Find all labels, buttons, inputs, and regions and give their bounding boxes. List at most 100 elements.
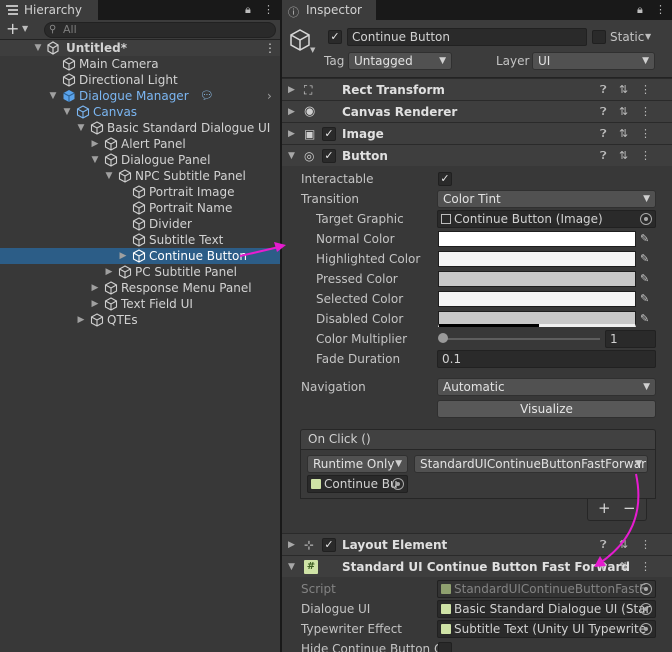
eyedropper-icon[interactable]: ✎ bbox=[640, 292, 654, 306]
chevron-down-icon[interactable]: ▼ bbox=[310, 46, 315, 54]
expand-arrow-icon[interactable]: ▼ bbox=[104, 168, 114, 184]
list-item[interactable]: Portrait Name bbox=[0, 200, 280, 216]
add-event-button[interactable]: + bbox=[598, 499, 611, 517]
more-menu-icon[interactable]: ⋮ bbox=[655, 3, 666, 16]
runtime-dropdown[interactable]: Runtime Only ▼ bbox=[307, 455, 408, 473]
list-item[interactable]: ▼ NPC Subtitle Panel bbox=[0, 168, 280, 184]
list-item[interactable]: ▼ Dialogue Panel bbox=[0, 152, 280, 168]
typewriter-field[interactable]: Subtitle Text (Unity UI Typewrite bbox=[437, 620, 656, 638]
collapsed-arrow-icon[interactable]: ▶ bbox=[104, 264, 114, 280]
collapsed-arrow-icon[interactable]: ▶ bbox=[288, 123, 295, 145]
highlighted-color-swatch[interactable] bbox=[438, 251, 636, 267]
component-enabled-checkbox[interactable]: ✓ bbox=[322, 538, 336, 552]
component-image[interactable]: ▶ ▣ ✓ Image ❓︎ ⇅ ⋮ bbox=[282, 122, 672, 144]
target-graphic-field[interactable]: Continue Button (Image) bbox=[437, 210, 656, 228]
help-icon[interactable]: ❓︎ bbox=[600, 123, 607, 145]
chevron-down-icon[interactable]: ▼ bbox=[22, 24, 28, 33]
hide-continue-checkbox[interactable] bbox=[438, 642, 452, 652]
preset-icon[interactable]: ⇅ bbox=[619, 79, 628, 101]
list-item[interactable]: ▶ QTEs bbox=[0, 312, 280, 328]
preset-icon[interactable]: ⇅ bbox=[619, 556, 628, 578]
collapsed-arrow-icon[interactable]: ▶ bbox=[76, 312, 86, 328]
color-multiplier-slider-handle[interactable] bbox=[438, 333, 448, 343]
lock-icon[interactable]: 🔒︎ bbox=[245, 3, 251, 17]
expand-arrow-icon[interactable]: ▼ bbox=[62, 104, 72, 120]
eyedropper-icon[interactable]: ✎ bbox=[640, 232, 654, 246]
list-item[interactable]: Portrait Image bbox=[0, 184, 280, 200]
expand-arrow-icon[interactable]: ▼ bbox=[33, 40, 43, 56]
layer-dropdown[interactable]: UI ▼ bbox=[532, 52, 655, 70]
help-icon[interactable]: ❓︎ bbox=[600, 145, 607, 167]
collapsed-arrow-icon[interactable]: ▶ bbox=[90, 296, 100, 312]
component-enabled-checkbox[interactable]: ✓ bbox=[322, 127, 336, 141]
fade-duration-field[interactable]: 0.1 bbox=[437, 350, 656, 368]
object-name-field[interactable]: Continue Button bbox=[347, 28, 587, 46]
component-menu-icon[interactable]: ⋮ bbox=[640, 79, 651, 101]
disabled-color-swatch[interactable] bbox=[438, 311, 636, 327]
component-menu-icon[interactable]: ⋮ bbox=[640, 534, 651, 556]
list-item[interactable]: Divider bbox=[0, 216, 280, 232]
component-menu-icon[interactable]: ⋮ bbox=[640, 556, 651, 578]
preset-icon[interactable]: ⇅ bbox=[619, 123, 628, 145]
object-picker-icon[interactable] bbox=[640, 603, 652, 615]
normal-color-swatch[interactable] bbox=[438, 231, 636, 247]
collapsed-arrow-icon[interactable]: ▶ bbox=[288, 534, 295, 556]
component-button[interactable]: ▼ ◎ ✓ Button ❓︎ ⇅ ⋮ bbox=[282, 144, 672, 166]
add-button[interactable]: + bbox=[6, 19, 19, 38]
object-picker-icon[interactable] bbox=[392, 478, 404, 490]
expand-arrow-icon[interactable]: ▼ bbox=[90, 152, 100, 168]
list-item[interactable]: ▶ Alert Panel bbox=[0, 136, 280, 152]
collapsed-arrow-icon[interactable]: ▶ bbox=[90, 136, 100, 152]
tab-inspector[interactable]: ⓘ Inspector bbox=[282, 0, 376, 20]
object-picker-icon[interactable] bbox=[640, 213, 652, 225]
static-checkbox[interactable] bbox=[592, 30, 606, 44]
list-item-selected[interactable]: ▶ Continue Button bbox=[0, 248, 280, 264]
eyedropper-icon[interactable]: ✎ bbox=[640, 272, 654, 286]
tag-dropdown[interactable]: Untagged ▼ bbox=[348, 52, 452, 70]
remove-event-button[interactable]: − bbox=[623, 499, 636, 517]
expand-arrow-icon[interactable]: ▼ bbox=[288, 556, 295, 578]
component-layout-element[interactable]: ▶ ⊹ ✓ Layout Element ❓︎ ⇅ ⋮ bbox=[282, 533, 672, 555]
collapsed-arrow-icon[interactable]: ▶ bbox=[90, 280, 100, 296]
list-item[interactable]: Main Camera bbox=[0, 56, 280, 72]
tab-hierarchy[interactable]: Hierarchy bbox=[0, 0, 98, 20]
list-item[interactable]: ▶ Text Field UI bbox=[0, 296, 280, 312]
list-item[interactable]: ▶ Response Menu Panel bbox=[0, 280, 280, 296]
static-dropdown-icon[interactable]: ▼ bbox=[645, 32, 651, 41]
list-item[interactable]: ▼ Dialogue Manager 💬︎ › bbox=[0, 88, 280, 104]
component-menu-icon[interactable]: ⋮ bbox=[640, 145, 651, 167]
component-menu-icon[interactable]: ⋮ bbox=[640, 101, 651, 123]
lock-icon[interactable]: 🔒︎ bbox=[637, 3, 643, 17]
list-item[interactable]: Directional Light bbox=[0, 72, 280, 88]
component-rect-transform[interactable]: ▶ ⛶ Rect Transform ❓︎ ⇅ ⋮ bbox=[282, 78, 672, 100]
expand-arrow-icon[interactable]: ▼ bbox=[48, 88, 58, 104]
selected-color-swatch[interactable] bbox=[438, 291, 636, 307]
preset-icon[interactable]: ⇅ bbox=[619, 534, 628, 556]
collapsed-arrow-icon[interactable]: ▶ bbox=[118, 248, 128, 264]
scene-row[interactable]: ▼ Untitled* ⋮ bbox=[0, 40, 280, 56]
collapsed-arrow-icon[interactable]: ▶ bbox=[288, 101, 295, 123]
eyedropper-icon[interactable]: ✎ bbox=[640, 312, 654, 326]
dialogue-ui-field[interactable]: Basic Standard Dialogue UI (Star bbox=[437, 600, 656, 618]
collapsed-arrow-icon[interactable]: ▶ bbox=[288, 79, 295, 101]
more-menu-icon[interactable]: ⋮ bbox=[263, 3, 274, 16]
list-item[interactable]: ▼ Basic Standard Dialogue UI bbox=[0, 120, 280, 136]
transition-dropdown[interactable]: Color Tint ▼ bbox=[437, 190, 656, 208]
interactable-checkbox[interactable]: ✓ bbox=[438, 172, 452, 186]
help-icon[interactable]: ❓︎ bbox=[600, 79, 607, 101]
expand-arrow-icon[interactable]: ▼ bbox=[288, 145, 295, 167]
preset-icon[interactable]: ⇅ bbox=[619, 145, 628, 167]
function-dropdown[interactable]: StandardUIContinueButtonFastForwar ▼ bbox=[414, 455, 648, 473]
component-enabled-checkbox[interactable]: ✓ bbox=[322, 149, 336, 163]
scene-menu-icon[interactable]: ⋮ bbox=[264, 40, 276, 56]
color-multiplier-slider-track[interactable] bbox=[440, 338, 600, 340]
help-icon[interactable]: ❓︎ bbox=[600, 534, 607, 556]
eyedropper-icon[interactable]: ✎ bbox=[640, 252, 654, 266]
active-checkbox[interactable]: ✓ bbox=[328, 30, 342, 44]
expand-arrow-icon[interactable]: ▼ bbox=[76, 120, 86, 136]
component-fast-forward[interactable]: ▼ # Standard UI Continue Button Fast For… bbox=[282, 555, 672, 577]
object-picker-icon[interactable] bbox=[640, 623, 652, 635]
preset-icon[interactable]: ⇅ bbox=[619, 101, 628, 123]
help-icon[interactable]: ❓︎ bbox=[600, 101, 607, 123]
component-canvas-renderer[interactable]: ▶ ◉ Canvas Renderer ❓︎ ⇅ ⋮ bbox=[282, 100, 672, 122]
